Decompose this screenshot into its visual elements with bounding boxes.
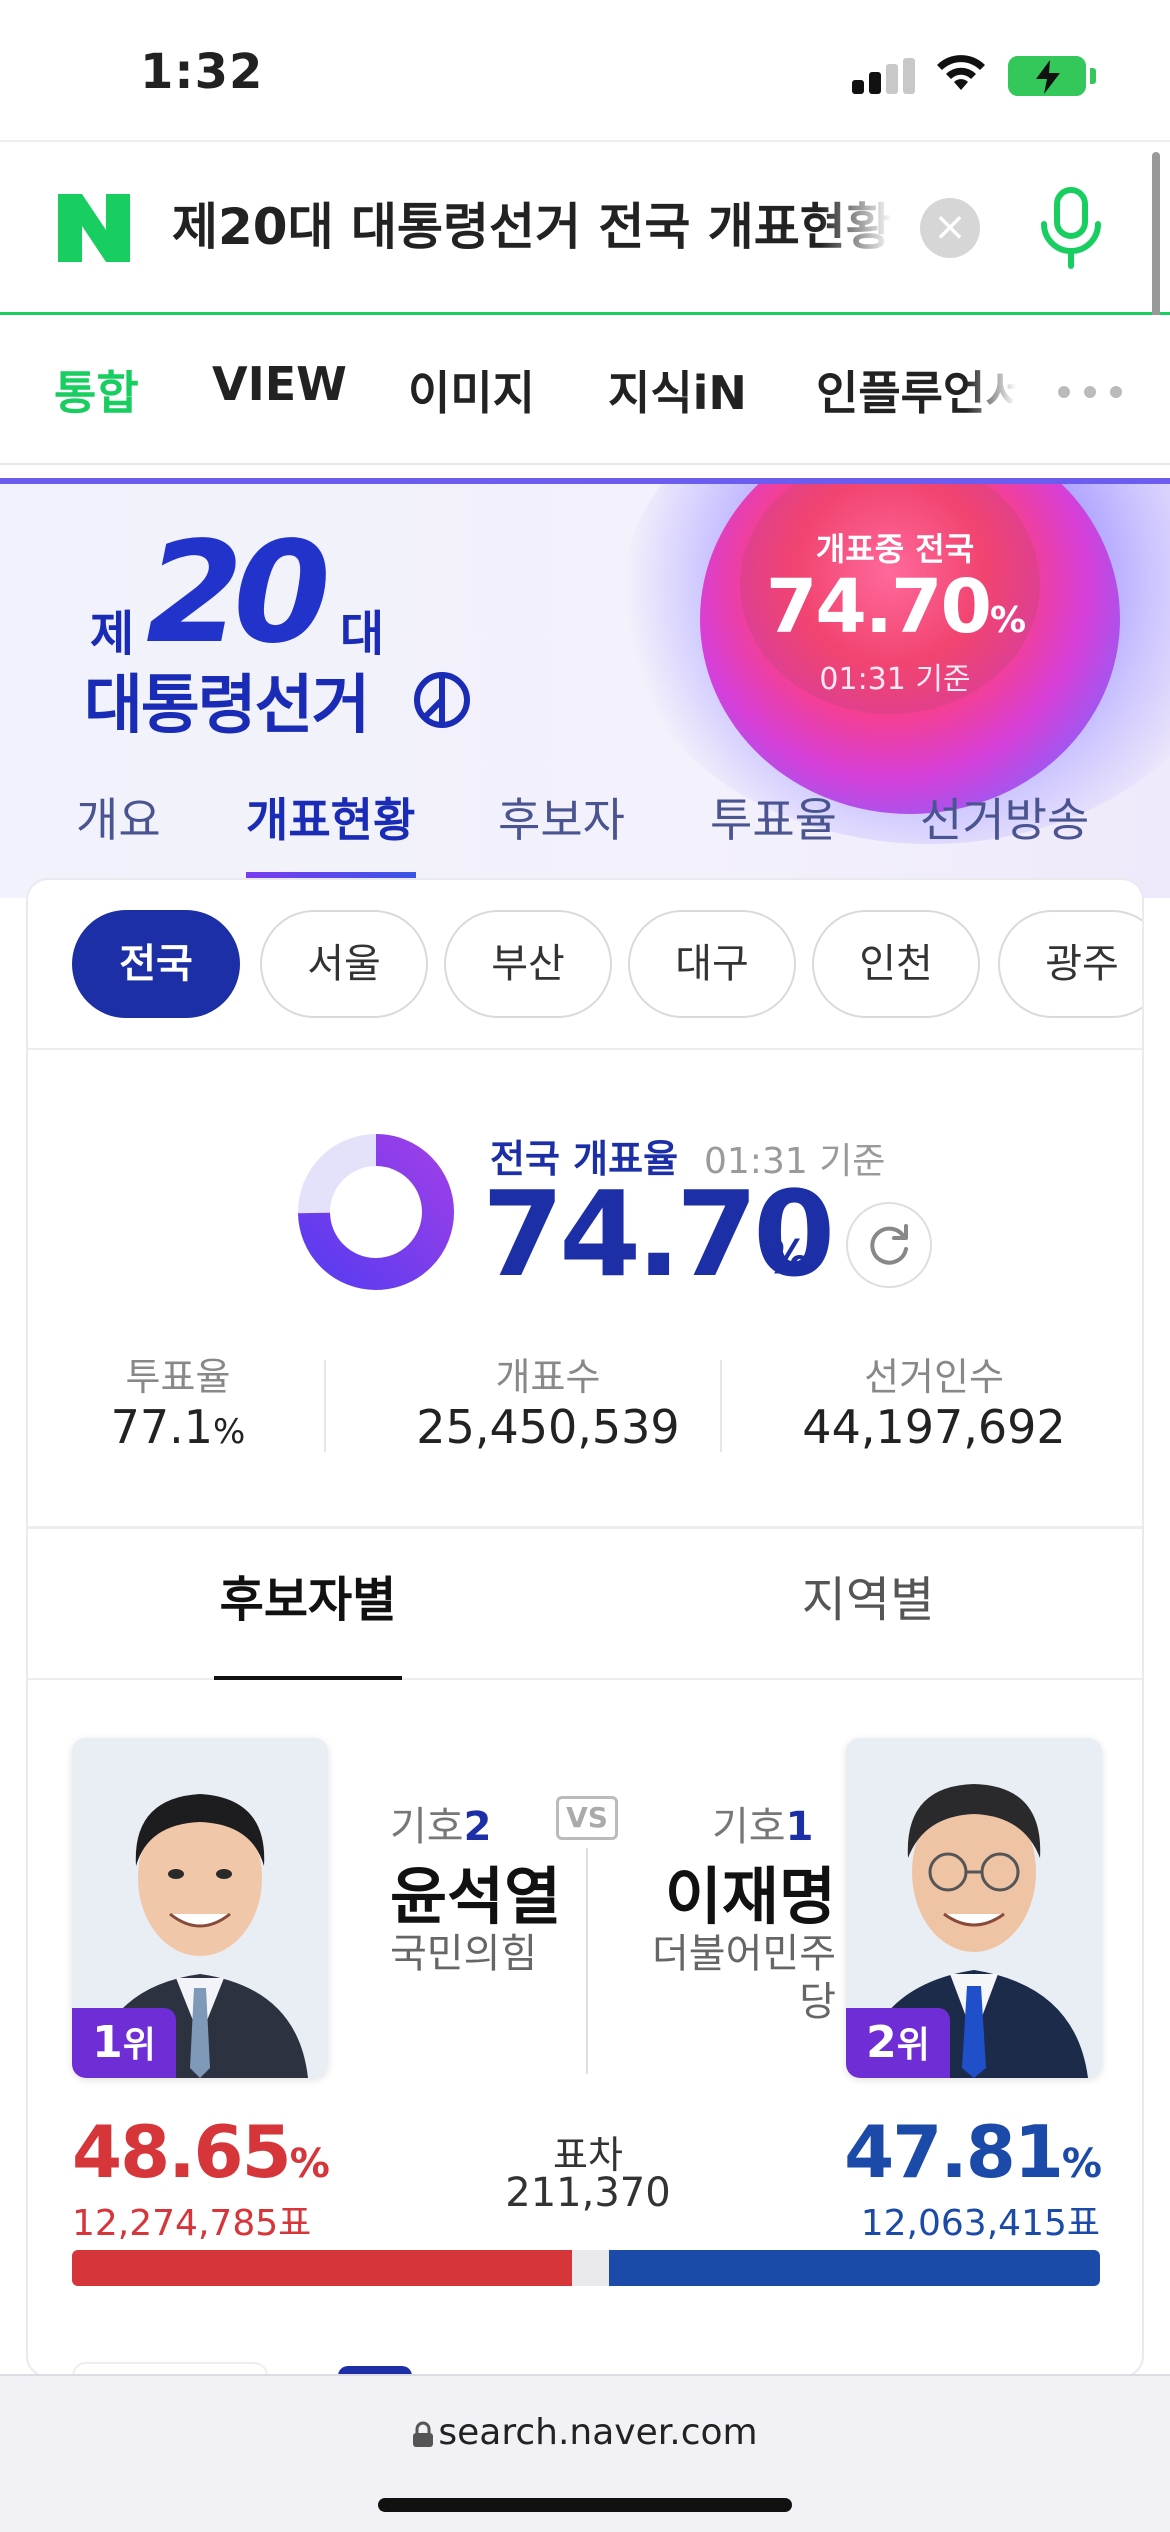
refresh-button[interactable] [846,1202,932,1288]
stat-turnout-unit: % [213,1412,246,1452]
vote-share-bar-yoon [72,2250,573,2286]
cellular-signal-icon [852,58,916,94]
stat-turnout-value: 77.1% [78,1400,278,1454]
vote-share-bar-lee [608,2250,1100,2286]
region-chip-nationwide[interactable]: 전국 [72,910,240,1018]
stat-counted-label: 개표수 [495,1355,601,1399]
vote-share-value: 48.65 [72,2110,292,2194]
logo-title: 대통령선거 [84,669,370,743]
rank-number: 2 [866,2017,897,2068]
rank-number: 1 [92,2017,123,2068]
election-hero-banner: 개표중 전국 74.70% 01:31 기준 제 20 대 대통령선거 개요 개… [0,478,1170,898]
vote-share-yoon: 48.65% [72,2110,330,2194]
tab-count-status[interactable]: 개표현황 [246,784,415,850]
wifi-icon [937,55,985,90]
naver-logo-icon[interactable] [58,194,130,262]
vote-count-yoon: 12,274,785표 [72,2203,312,2244]
tab-candidates[interactable]: 후보자 [498,784,625,850]
candidate-party-lee: 더불어민주 당 [608,1930,836,2026]
number-prefix: 기호 [712,1804,786,1850]
battery-tip [1090,68,1096,84]
rank-badge-lee: 2위 [846,2008,950,2078]
vs-badge: VS [556,1796,618,1840]
stat-turnout-label: 투표율 [125,1355,231,1399]
more-tabs-icon[interactable] [1058,383,1136,402]
search-bar: 제20대 대통령선거 전국 개표현황 × [0,140,1170,315]
candidate-number-yoon: 기호2 [390,1794,491,1852]
number-prefix: 기호 [390,1804,464,1850]
divider [28,1048,1142,1050]
hero-count-rate-pct: % [990,600,1026,641]
candidate-photo-lee[interactable]: 2위 [846,1738,1102,2078]
search-input[interactable]: 제20대 대통령선거 전국 개표현황 [172,192,892,262]
count-rate-pct: % [764,1230,811,1284]
number-value: 2 [463,1804,492,1850]
region-chip-seoul[interactable]: 서울 [260,910,428,1018]
number-value: 1 [785,1804,814,1850]
vote-gap-value: 211,370 [505,2170,671,2216]
sub-tab-indicator [214,1676,402,1680]
hero-count-time: 01:31 기준 [819,662,971,697]
url-domain: search.naver.com [438,2412,758,2453]
status-bar: 1:32 [0,0,1170,140]
party-line-1: 더불어민주 [652,1931,836,1977]
search-category-tabs: 통합 VIEW 이미지 지식iN 인플루언서 [0,315,1170,465]
tab-influencer[interactable]: 인플루언서 [816,357,1016,423]
candidate-party-yoon: 국민의힘 [390,1931,538,1977]
vote-count-lee: 12,063,415표 [860,2203,1100,2244]
candidate-name-yoon[interactable]: 윤석열 [390,1846,561,1936]
stat-turnout-number: 77.1 [110,1400,214,1454]
stat-electorate-label: 선거인수 [864,1355,1004,1399]
count-rate-donut [298,1134,454,1290]
status-time: 1:32 [140,44,264,100]
region-chip-busan[interactable]: 부산 [444,910,612,1018]
tab-election-broadcast[interactable]: 선거방송 [920,784,1089,850]
tab-overview[interactable]: 개요 [76,784,161,850]
browser-url-bar[interactable]: search.naver.com [0,2374,1170,2532]
tab-integrated[interactable]: 통합 [54,357,139,423]
count-status-card: 전국 서울 부산 대구 인천 광주 전국 개표율 01:31 기준 74.70 … [26,878,1144,2378]
candidate-number-lee: 기호1 [712,1794,813,1852]
url-display[interactable]: search.naver.com [0,2412,1170,2453]
vs-divider [586,1848,588,2074]
stat-counted-value: 25,450,539 [416,1400,680,1454]
divider [28,1526,1142,1529]
party-line-2: 당 [799,1979,836,2025]
stat-electorate-value: 44,197,692 [802,1400,1066,1454]
hero-count-rate: 74.70% [740,564,1050,650]
lock-icon [413,2421,434,2447]
vote-share-value: 47.81 [844,2110,1064,2194]
region-chip-daegu[interactable]: 대구 [628,910,796,1018]
divider [28,1678,1142,1680]
home-indicator[interactable] [378,2498,792,2512]
tab-images[interactable]: 이미지 [408,357,535,423]
refresh-icon [870,1224,908,1265]
tab-knowledge-in[interactable]: 지식iN [608,357,747,423]
microphone-icon[interactable] [1036,186,1106,270]
vote-share-lee: 47.81% [740,2110,1102,2194]
tab-by-region[interactable]: 지역별 [708,1560,1028,1630]
rank-badge-yoon: 1위 [72,2008,176,2078]
candidate-photo-yoon[interactable]: 1위 [72,1738,328,2078]
candidate-name-lee[interactable]: 이재명 [656,1846,836,1936]
ballot-stamp-icon [414,672,470,728]
hero-count-rate-value: 74.70 [765,564,992,650]
battery-icon [1008,56,1086,96]
tab-by-candidate[interactable]: 후보자별 [148,1560,468,1630]
vote-share-pct: % [1061,2141,1102,2187]
tab-turnout[interactable]: 투표율 [710,784,837,850]
rank-suffix: 위 [896,2025,930,2066]
stat-separator [720,1360,722,1452]
region-chip-incheon[interactable]: 인천 [812,910,980,1018]
vote-share-pct: % [289,2141,330,2187]
vote-share-bar [72,2250,1100,2286]
logo-number: 20 [146,512,331,675]
clear-search-button[interactable]: × [920,198,980,258]
region-chip-gwangju[interactable]: 광주 [998,910,1142,1018]
stat-separator [324,1360,326,1452]
rank-suffix: 위 [122,2025,156,2066]
tab-view[interactable]: VIEW [212,357,347,411]
